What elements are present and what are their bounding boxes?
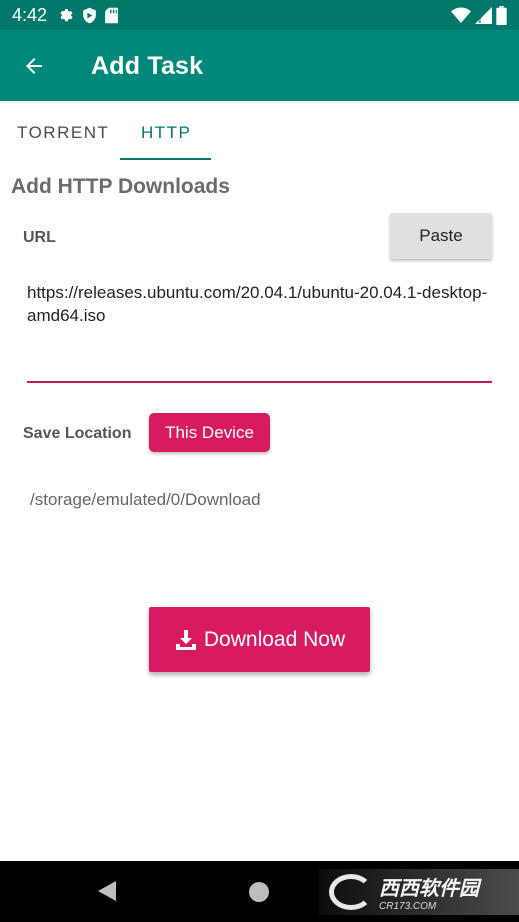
wifi-icon — [451, 7, 471, 23]
tab-indicator — [120, 158, 211, 160]
gear-icon — [60, 9, 73, 22]
navigation-bar: 西西软件园 CR173.COM — [0, 861, 519, 922]
save-location-label: Save Location — [23, 425, 132, 442]
status-bar: 4:42 ! — [0, 0, 519, 30]
status-icons-right: ! — [451, 6, 507, 25]
page-title: Add Task — [91, 52, 204, 80]
tab-torrent[interactable]: TORRENT — [17, 123, 109, 143]
home-circle-icon[interactable] — [249, 882, 269, 902]
download-icon — [175, 629, 196, 650]
shield-icon — [83, 7, 96, 24]
arrow-left-icon — [26, 58, 42, 74]
save-path: /storage/emulated/0/Download — [30, 490, 261, 509]
battery-icon — [496, 6, 507, 25]
status-icons-left — [58, 7, 119, 24]
back-button[interactable] — [14, 48, 54, 84]
url-label: URL — [23, 229, 56, 246]
this-device-button[interactable]: This Device — [149, 413, 270, 452]
download-now-label: Download Now — [203, 627, 346, 651]
watermark: 西西软件园 CR173.COM — [319, 869, 519, 915]
tab-bar: TORRENT HTTP — [0, 101, 519, 161]
download-now-button[interactable]: Download Now — [149, 607, 370, 672]
watermark-logo-icon — [329, 874, 373, 910]
app-bar: Add Task — [0, 30, 519, 101]
paste-button[interactable]: Paste — [390, 213, 492, 259]
signal-icon: ! — [475, 7, 492, 24]
watermark-text: 西西软件园 CR173.COM — [379, 872, 479, 912]
section-title: Add HTTP Downloads — [11, 175, 230, 198]
url-input-underline — [27, 381, 492, 383]
url-input[interactable]: https://releases.ubuntu.com/20.04.1/ubun… — [27, 281, 489, 376]
tab-http[interactable]: HTTP — [141, 123, 191, 143]
watermark-sub: CR173.COM — [379, 901, 437, 912]
back-triangle-icon[interactable] — [96, 879, 118, 903]
watermark-main: 西西软件园 — [379, 878, 479, 900]
sd-card-icon — [105, 7, 118, 24]
status-time: 4:42 — [12, 5, 48, 25]
svg-text:!: ! — [478, 14, 483, 24]
